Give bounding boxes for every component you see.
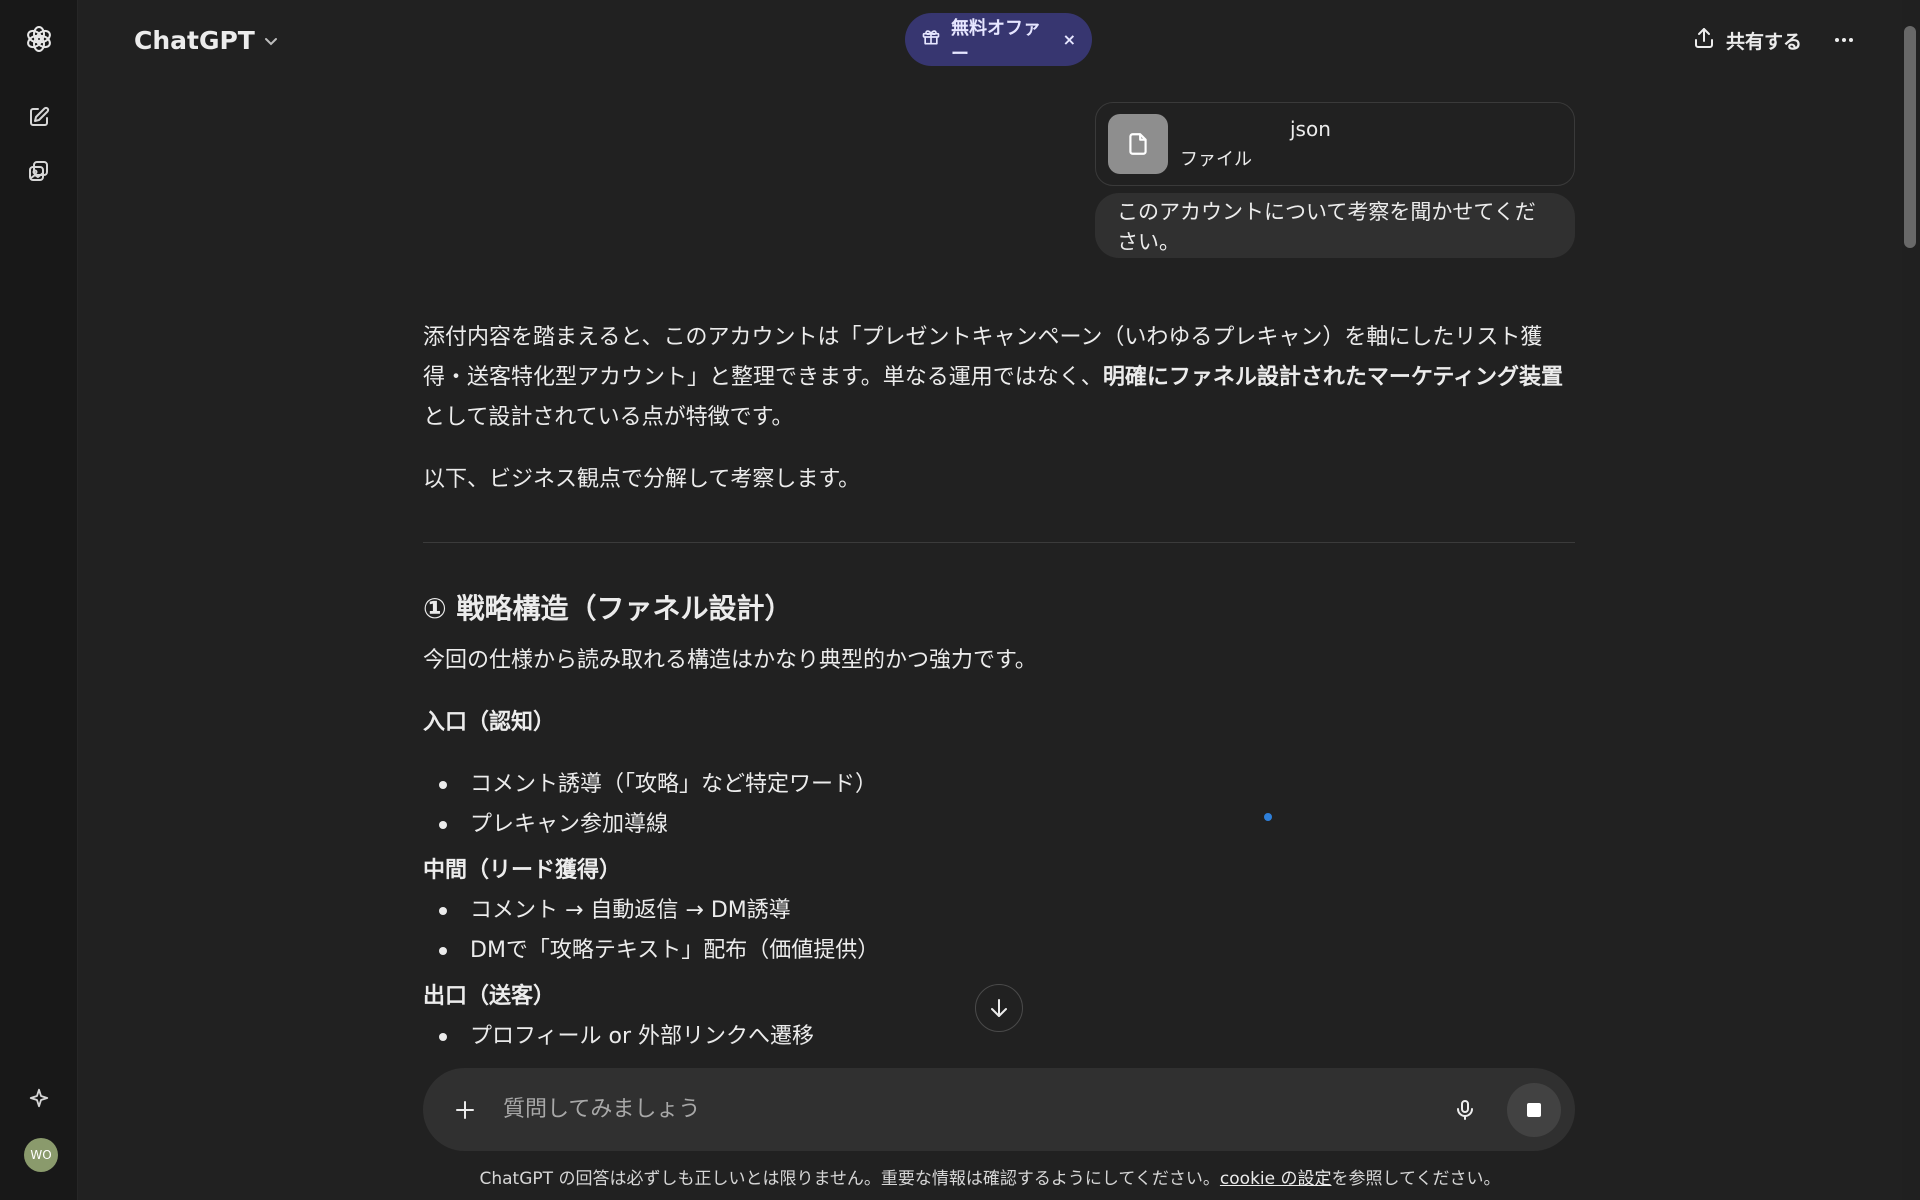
mic-icon[interactable] (1445, 1090, 1485, 1130)
sidebar-rail: WO (0, 0, 78, 1200)
scrollbar[interactable] (1902, 0, 1920, 1200)
new-chat-icon[interactable] (19, 97, 59, 137)
composer (423, 1068, 1575, 1151)
file-icon (1108, 114, 1168, 174)
stop-button[interactable] (1507, 1082, 1561, 1137)
model-name: ChatGPT (134, 25, 255, 55)
list-item: プレキャン参加導線 (423, 805, 1575, 845)
redacted-filename (1180, 118, 1280, 140)
cookie-settings-link[interactable]: cookie の設定 (1220, 1169, 1332, 1189)
model-selector[interactable]: ChatGPT (126, 20, 287, 60)
cursor-dot (1264, 813, 1272, 821)
stage-title: 入口（認知） (423, 710, 556, 735)
more-icon[interactable] (1824, 20, 1864, 60)
disclaimer-text: ChatGPT の回答は必ずしも正しいとは限りません。重要な情報は確認するように… (479, 1169, 1220, 1189)
prompt-input[interactable] (503, 1089, 1445, 1130)
offer-label: 無料オファー (951, 17, 1041, 65)
disclaimer: ChatGPT の回答は必ずしも正しいとは限りません。重要な情報は確認するように… (78, 1164, 1902, 1189)
file-meta: json ファイル (1180, 117, 1331, 171)
close-icon[interactable]: × (1063, 30, 1076, 49)
sparkle-icon[interactable] (19, 1078, 59, 1118)
assistant-message: 添付内容を踏まえると、このアカウントは「プレゼントキャンペーン（いわゆるプレキャ… (423, 318, 1575, 1063)
avatar[interactable]: WO (24, 1138, 58, 1172)
gift-icon (921, 27, 941, 52)
answer-intro2: 以下、ビジネス観点で分解して考察します。 (423, 467, 861, 492)
stage-title: 中間（リード獲得） (423, 858, 622, 883)
file-attachment[interactable]: json ファイル (1095, 102, 1575, 186)
chevron-down-icon (263, 26, 279, 55)
images-icon[interactable] (19, 151, 59, 191)
section-title: ① 戦略構造（ファネル設計） (423, 592, 793, 625)
list-item: コメント誘導（「攻略」など特定ワード） (423, 765, 1575, 805)
divider (423, 542, 1575, 543)
answer-intro: 添付内容を踏まえると、このアカウントは「プレゼントキャンペーン（いわゆるプレキャ… (423, 318, 1575, 438)
stage-list: コメント誘導（「攻略」など特定ワード） プレキャン参加導線 (423, 765, 1575, 845)
share-icon (1692, 26, 1716, 55)
user-message: このアカウントについて考察を聞かせてください。 (1095, 193, 1575, 258)
list-item: DMで「攻略テキスト」配布（価値提供） (423, 931, 1575, 971)
share-label: 共有する (1725, 30, 1802, 53)
stage-list: コメント → 自動返信 → DM誘導 DMで「攻略テキスト」配布（価値提供） (423, 891, 1575, 971)
share-button[interactable]: 共有する (1692, 20, 1802, 60)
arrow-down-icon[interactable] (975, 984, 1023, 1032)
top-bar: ChatGPT 無料オファー × 共有する (78, 0, 1896, 80)
disclaimer-text-tail: を参照してください。 (1331, 1169, 1501, 1189)
file-type: ファイル (1180, 149, 1252, 170)
answer-intro-bold: 明確にファネル設計されたマーケティング装置 (1102, 365, 1564, 390)
plus-icon[interactable] (445, 1090, 485, 1130)
section-lead: 今回の仕様から読み取れる構造はかなり典型的かつ強力です。 (423, 648, 1037, 673)
scrollbar-thumb[interactable] (1904, 26, 1916, 248)
file-name: json (1290, 117, 1331, 141)
list-item: コメント → 自動返信 → DM誘導 (423, 891, 1575, 931)
free-offer-button[interactable]: 無料オファー × (905, 13, 1092, 66)
file-name-row: json (1180, 117, 1331, 141)
stop-icon (1527, 1102, 1541, 1117)
answer-intro-tail: として設計されている点が特徴です。 (423, 405, 794, 430)
openai-logo-icon[interactable] (19, 19, 59, 59)
